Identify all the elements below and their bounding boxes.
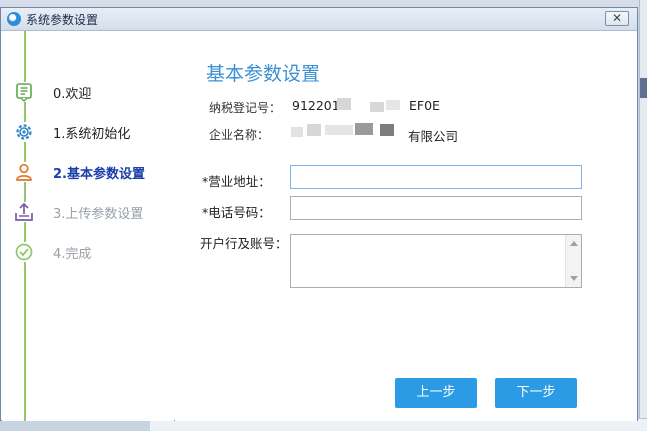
close-button[interactable]: ✕: [605, 11, 629, 26]
app-logo-icon: [7, 12, 21, 26]
redacted-region: [337, 98, 351, 110]
title-bar[interactable]: 系统参数设置 ✕: [1, 8, 637, 31]
redacted-region: [380, 124, 394, 136]
check-circle-icon: [14, 242, 34, 262]
upload-tray-icon: [14, 202, 34, 222]
company-name-label: 企业名称：: [209, 128, 270, 142]
step-label: 2.基本参数设置: [53, 167, 145, 182]
background-window-fragment: [640, 78, 647, 98]
form-panel: 基本参数设置 纳税登记号： 912201 EF0E 企业名称： 有限公司 *营业…: [175, 31, 637, 421]
tax-id-value-suffix: EF0E: [409, 98, 440, 113]
gear-icon: [14, 122, 34, 142]
step-label: 0.欢迎: [53, 87, 92, 102]
step-label: 4.完成: [53, 247, 92, 262]
phone-input[interactable]: [290, 196, 582, 220]
redacted-region: [386, 100, 400, 110]
redacted-region: [370, 102, 384, 112]
step-basic-params: 2.基本参数设置: [2, 159, 174, 185]
page-title: 基本参数设置: [206, 63, 321, 85]
previous-step-button[interactable]: 上一步: [395, 378, 477, 408]
settings-dialog: 系统参数设置 ✕ 0.欢迎 1.系统初始化 2.基本参数设置 3.上传参数设置 …: [0, 7, 638, 421]
redacted-region: [291, 127, 303, 137]
step-label: 3.上传参数设置: [53, 207, 144, 222]
user-icon: [14, 162, 34, 182]
background-window-edge: [639, 0, 647, 430]
next-step-button[interactable]: 下一步: [495, 378, 577, 408]
textarea-scrollbar[interactable]: [565, 235, 581, 287]
window-title: 系统参数设置: [26, 13, 99, 27]
redacted-region: [325, 125, 353, 135]
step-label: 1.系统初始化: [53, 127, 131, 142]
document-list-icon: [14, 82, 34, 102]
bank-account-label: 开户行及账号：: [200, 236, 288, 251]
step-system-init: 1.系统初始化: [2, 119, 174, 145]
company-name-value-suffix: 有限公司: [408, 129, 459, 144]
bank-account-textarea[interactable]: [290, 234, 582, 288]
scroll-down-icon[interactable]: [570, 276, 578, 281]
scroll-up-icon[interactable]: [570, 241, 578, 246]
address-label: *营业地址：: [202, 174, 271, 189]
phone-label: *电话号码：: [202, 205, 271, 220]
wizard-steps-panel: 0.欢迎 1.系统初始化 2.基本参数设置 3.上传参数设置 4.完成: [2, 31, 174, 421]
step-welcome: 0.欢迎: [2, 79, 174, 105]
address-input[interactable]: [290, 165, 582, 189]
redacted-region: [355, 123, 373, 135]
tax-id-label: 纳税登记号：: [209, 101, 282, 115]
step-finish: 4.完成: [2, 239, 174, 265]
tax-id-value-prefix: 912201: [292, 98, 340, 113]
step-upload-params: 3.上传参数设置: [2, 199, 174, 225]
redacted-region: [307, 124, 321, 136]
